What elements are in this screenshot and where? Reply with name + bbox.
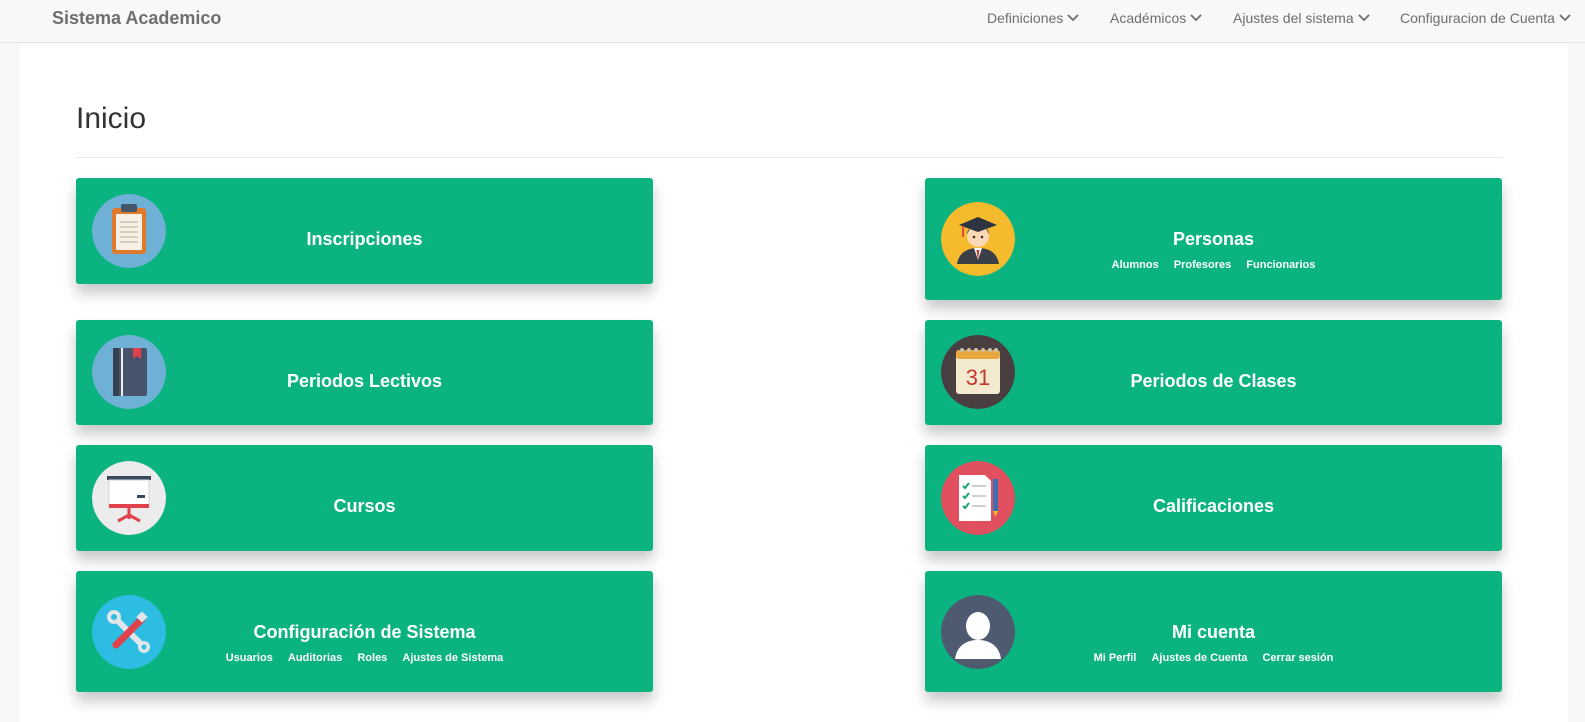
nav-label: Definiciones xyxy=(987,10,1064,26)
card-periodos-lectivos[interactable]: Periodos Lectivos xyxy=(76,320,653,425)
nav-menu: Definiciones Académicos Ajustes del sist… xyxy=(0,0,1585,43)
top-navbar: Sistema Academico Definiciones Académico… xyxy=(0,0,1585,43)
card-title: Mi cuenta xyxy=(1171,622,1255,642)
card-title: Periodos Lectivos xyxy=(286,371,443,391)
nav-dropdown-configuracion-cuenta[interactable]: Configuracion de Cuenta xyxy=(1400,10,1571,26)
link-mi-perfil[interactable]: Mi Perfil xyxy=(1094,652,1137,664)
card-title: Inscripciones xyxy=(306,229,423,249)
link-usuarios[interactable]: Usuarios xyxy=(226,652,273,664)
link-ajustes-sistema[interactable]: Ajustes de Sistema xyxy=(402,652,503,664)
chevron-down-icon xyxy=(1357,14,1370,22)
link-alumnos[interactable]: Alumnos xyxy=(1112,259,1159,271)
card-inscripciones[interactable]: Inscripciones xyxy=(76,178,653,284)
nav-label: Académicos xyxy=(1110,10,1187,26)
link-roles[interactable]: Roles xyxy=(357,652,387,664)
card-title: Periodos de Clases xyxy=(1130,371,1297,391)
card-calificaciones[interactable]: Calificaciones xyxy=(925,445,1502,551)
page-title: Inicio xyxy=(76,102,147,135)
nav-dropdown-definiciones[interactable]: Definiciones xyxy=(987,10,1079,26)
link-profesores[interactable]: Profesores xyxy=(1174,259,1231,271)
title-divider xyxy=(76,157,1502,158)
nav-label: Ajustes del sistema xyxy=(1233,10,1354,26)
link-funcionarios[interactable]: Funcionarios xyxy=(1246,259,1315,271)
card-links: Alumnos Profesores Funcionarios xyxy=(925,259,1502,271)
nav-dropdown-academicos[interactable]: Académicos xyxy=(1110,10,1202,26)
card-title: Calificaciones xyxy=(1152,496,1275,516)
card-cursos[interactable]: Cursos xyxy=(76,445,653,551)
card-links: Usuarios Auditorias Roles Ajustes de Sis… xyxy=(76,652,653,664)
nav-label: Configuracion de Cuenta xyxy=(1400,10,1555,26)
chevron-down-icon xyxy=(1190,14,1202,22)
link-ajustes-cuenta[interactable]: Ajustes de Cuenta xyxy=(1151,652,1247,664)
link-auditorias[interactable]: Auditorias xyxy=(288,652,342,664)
card-title: Personas xyxy=(1172,229,1255,249)
chevron-down-icon xyxy=(1067,14,1079,22)
card-personas[interactable]: Personas Alumnos Profesores Funcionarios xyxy=(925,178,1502,300)
chevron-down-icon xyxy=(1559,14,1571,22)
nav-dropdown-ajustes-sistema[interactable]: Ajustes del sistema xyxy=(1233,10,1370,26)
card-title: Configuración de Sistema xyxy=(253,622,476,642)
card-periodos-clases[interactable]: 31 Periodos de Clases xyxy=(925,320,1502,425)
link-cerrar-sesion[interactable]: Cerrar sesión xyxy=(1262,652,1333,664)
card-configuracion-sistema[interactable]: Configuración de Sistema Usuarios Audito… xyxy=(76,571,653,692)
card-links: Mi Perfil Ajustes de Cuenta Cerrar sesió… xyxy=(925,652,1502,664)
card-mi-cuenta[interactable]: Mi cuenta Mi Perfil Ajustes de Cuenta Ce… xyxy=(925,571,1502,692)
card-title: Cursos xyxy=(333,496,396,516)
